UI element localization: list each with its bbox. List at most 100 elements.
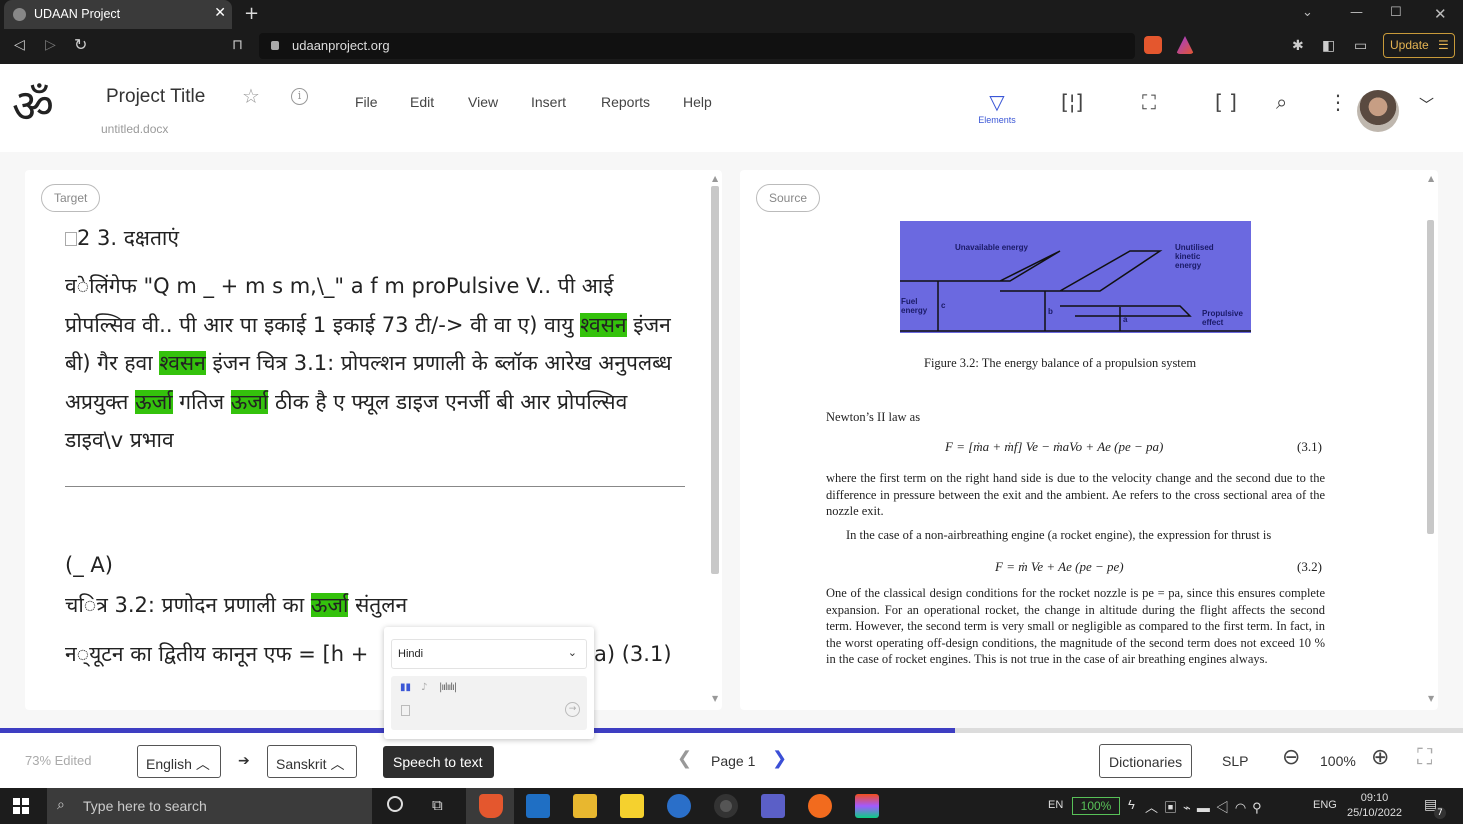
extensions-icon[interactable]: ✱ — [1292, 38, 1304, 54]
divider — [65, 486, 685, 487]
dictionaries-button[interactable]: Dictionaries — [1099, 744, 1193, 778]
menu-reports[interactable]: Reports — [601, 94, 650, 110]
target-heading[interactable]: 2 3. दक्षताएं — [65, 220, 685, 256]
doc-icon — [65, 232, 77, 246]
speech-language-select[interactable]: Hindi ⌄ — [391, 639, 587, 669]
file-explorer-icon[interactable] — [573, 794, 597, 818]
app-infinity-icon[interactable] — [667, 794, 691, 818]
maximize-icon[interactable]: ☐ — [1390, 5, 1402, 20]
close-window-icon[interactable]: ✕ — [1434, 5, 1447, 23]
reload-icon[interactable]: ↻ — [74, 35, 87, 54]
update-button[interactable]: Update ☰ — [1383, 33, 1455, 58]
battery-indicator[interactable]: 100% — [1072, 797, 1120, 815]
mic-icon[interactable]: ♪ — [421, 682, 427, 693]
lang-eng[interactable]: ENG — [1313, 799, 1337, 811]
zoom-in-icon[interactable]: ⊕ — [1371, 745, 1389, 770]
brave-browser-icon[interactable] — [479, 794, 503, 818]
target-language-select[interactable]: Sanskrit ︿ — [267, 745, 357, 778]
update-label: Update — [1390, 38, 1429, 52]
source-paragraph-2: In the case of a non-airbreathing engine… — [846, 528, 1272, 542]
figure-label-propulsive: Propulsive effect — [1202, 309, 1243, 327]
source-paragraph-3-clip: One of the classical design conditions f… — [826, 585, 1325, 679]
split-view-icon[interactable]: [¦] — [1061, 90, 1083, 114]
menu-view[interactable]: View — [468, 94, 498, 110]
next-page-icon[interactable]: ❯ — [772, 748, 787, 769]
back-icon[interactable]: ◁ — [14, 37, 25, 53]
project-title[interactable]: Project Title — [106, 86, 205, 108]
more-vertical-icon[interactable]: ⋮ — [1328, 90, 1348, 114]
browser-tab[interactable]: UDAAN Project ✕ — [4, 0, 232, 29]
avatar[interactable] — [1357, 90, 1399, 132]
star-icon[interactable]: ☆ — [242, 84, 260, 108]
target-caption[interactable]: च◌ित्र 3.2: प्रणोदन प्रणाली का ऊर्जा संत… — [65, 586, 685, 625]
crop-icon[interactable]: ⛶ — [1142, 90, 1156, 114]
speech-to-text-button[interactable]: Speech to text — [383, 746, 494, 778]
zoom-out-icon[interactable]: ⊖ — [1282, 745, 1300, 770]
scroll-down-icon[interactable]: ▼ — [1428, 694, 1434, 703]
lock-icon — [271, 41, 279, 50]
target-paragraph[interactable]: व◌ेलिंगेफ "Q m _ + m s m,\_" a f m proPu… — [65, 267, 685, 460]
target-scrollbar[interactable] — [711, 186, 719, 574]
target-line-a[interactable]: (_ A) — [65, 546, 685, 585]
menu-icon: ☰ — [1438, 38, 1449, 52]
chevron-down-icon[interactable]: ﹀ — [1419, 94, 1434, 115]
send-icon[interactable]: → — [565, 702, 580, 717]
clock[interactable]: 09:10 25/10/2022 — [1347, 791, 1402, 821]
bottom-bar: 73% Edited English ︿ ➔ Sanskrit ︿ Speech… — [0, 733, 1463, 788]
source-scrollbar[interactable] — [1427, 220, 1434, 534]
brave-shields-icon[interactable] — [1144, 36, 1162, 54]
pause-icon[interactable]: ▮▮ — [400, 682, 411, 693]
task-view-icon[interactable]: ⧉ — [432, 796, 443, 814]
fit-screen-icon[interactable]: ⛶ — [1417, 745, 1432, 770]
address-bar[interactable]: udaanproject.org — [259, 33, 1135, 59]
speech-language-value: Hindi — [398, 648, 424, 660]
elements-button[interactable]: ▽ Elements — [976, 90, 1018, 125]
menu-help[interactable]: Help — [683, 94, 712, 110]
chevron-up-icon: ︿ — [330, 756, 345, 772]
minimize-icon[interactable]: — — [1350, 5, 1363, 20]
sticky-notes-icon[interactable] — [620, 794, 644, 818]
app-circle-icon[interactable] — [714, 794, 738, 818]
wallet-icon[interactable]: ▭ — [1354, 38, 1367, 54]
menu-edit[interactable]: Edit — [410, 94, 434, 110]
delete-icon[interactable] — [401, 705, 410, 716]
close-tab-icon[interactable]: ✕ — [214, 5, 226, 21]
previous-page-icon[interactable]: ❮ — [677, 748, 692, 769]
taskbar-search[interactable]: ⌕ Type here to search — [47, 788, 372, 824]
figure-label-fuel: Fuel energy — [901, 297, 928, 315]
menu-insert[interactable]: Insert — [531, 94, 566, 110]
info-icon[interactable]: i — [291, 88, 308, 105]
figma-icon[interactable] — [855, 794, 879, 818]
source-language-value: English — [146, 756, 192, 772]
system-tray-icons[interactable]: ︿▣⌁▬◁◠⚲ — [1145, 797, 1268, 816]
search-icon[interactable]: ⌕ — [1276, 90, 1287, 114]
new-tab-icon[interactable]: + — [244, 3, 259, 24]
highlight-word: ऊर्जा — [230, 389, 269, 414]
firefox-icon[interactable] — [808, 794, 832, 818]
lang-en[interactable]: EN — [1048, 799, 1063, 811]
forward-icon[interactable]: ▷ — [45, 37, 56, 53]
fullscreen-bracket-icon[interactable]: [ ] — [1215, 90, 1237, 114]
bookmark-icon[interactable]: ⊓ — [232, 37, 243, 53]
source-language-select[interactable]: English ︿ — [137, 745, 221, 778]
cortana-icon[interactable] — [387, 796, 403, 812]
slp-toggle[interactable]: SLP — [1222, 753, 1248, 769]
teams-icon[interactable] — [761, 794, 785, 818]
windows-start-icon[interactable] — [13, 798, 29, 814]
source-paragraph-1: where the first term on the right hand s… — [826, 471, 1325, 518]
tab-search-chevron-icon[interactable]: ⌄ — [1302, 5, 1313, 20]
highlight-word: ऊर्जा — [135, 389, 173, 414]
outlook-icon[interactable] — [526, 794, 550, 818]
chevron-up-icon: ︿ — [195, 756, 210, 772]
brave-rewards-icon[interactable] — [1176, 36, 1194, 54]
scroll-up-icon[interactable]: ▲ — [1428, 174, 1434, 183]
scroll-down-icon[interactable]: ▼ — [712, 694, 718, 703]
paragraph-text: गतिज — [172, 389, 231, 414]
newton-line: Newton’s II law as — [826, 410, 921, 424]
sidebar-icon[interactable]: ◧ — [1322, 38, 1335, 54]
app-logo[interactable]: ॐ — [12, 74, 54, 136]
windows-taskbar: ⌕ Type here to search ⧉ EN 100% ϟ ︿▣⌁▬◁◠… — [0, 788, 1463, 824]
tab-title: UDAAN Project — [34, 7, 121, 21]
scroll-up-icon[interactable]: ▲ — [712, 174, 718, 183]
menu-file[interactable]: File — [355, 94, 378, 110]
